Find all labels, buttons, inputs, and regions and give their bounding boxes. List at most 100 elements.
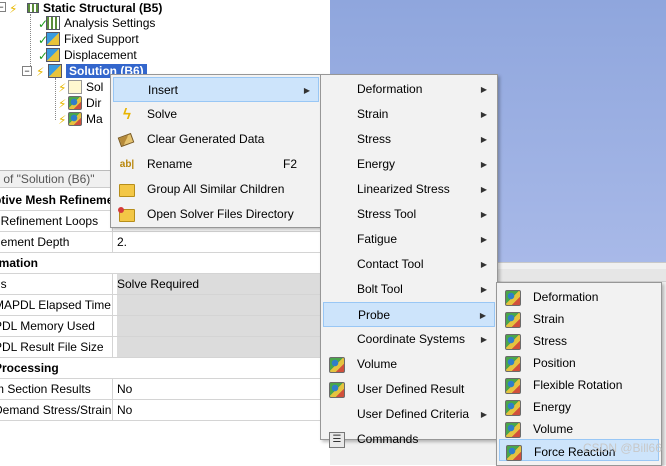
tree-node-max[interactable]: ⚡ Ma: [58, 110, 111, 127]
submenu-arrow-icon: ▶: [480, 210, 487, 219]
tree-node-directional[interactable]: ⚡ Dir: [58, 94, 109, 111]
menu-item-label: Solve: [147, 107, 178, 121]
menu-item-coordinate-systems[interactable]: Coordinate Systems ▶: [323, 327, 495, 352]
folder-open-icon: [118, 207, 135, 222]
submenu-arrow-icon: ▶: [480, 185, 487, 194]
details-row[interactable]: PDL Result File Size: [0, 337, 330, 358]
details-row[interactable]: m Section Results No: [0, 379, 330, 400]
info-icon: [68, 79, 82, 94]
property-value[interactable]: No: [117, 379, 330, 399]
rename-icon: ab|: [119, 159, 135, 170]
menu-item-solve[interactable]: ϟ Solve: [113, 102, 319, 127]
menu-item-label: Probe: [358, 308, 391, 322]
result-icon: [68, 111, 82, 126]
menu-item-label: Coordinate Systems: [357, 332, 466, 346]
submenu-arrow-icon: ▶: [480, 410, 487, 419]
menu-item-stress[interactable]: Stress ▶: [323, 127, 495, 152]
probe-icon: [505, 400, 521, 416]
section-title: rmation: [0, 256, 39, 270]
menu-item-label: Open Solver Files Directory: [147, 207, 294, 221]
tree-connector: [55, 78, 56, 120]
details-row[interactable]: Demand Stress/Strain No: [0, 400, 330, 421]
commands-icon: ☰: [329, 432, 345, 448]
menu-item-label: User Defined Result: [357, 382, 465, 396]
menu-item-label: Volume: [357, 357, 398, 371]
context-menu: Insert ▶ ϟ Solve Clear Generated Data ab…: [110, 74, 322, 228]
probe-icon: [505, 378, 521, 394]
menu-item-contact-tool[interactable]: Contact Tool ▶: [323, 252, 495, 277]
property-name: MAPDL Elapsed Time: [0, 295, 113, 315]
probe-icon: [505, 356, 521, 372]
submenu-arrow-icon: ▶: [303, 86, 310, 95]
tree-node-label: Displacement: [64, 47, 137, 62]
probe-icon: [505, 422, 521, 438]
menu-item-label: Contact Tool: [357, 257, 424, 271]
menu-item-energy[interactable]: Energy ▶: [323, 152, 495, 177]
details-row[interactable]: usSolve Required: [0, 274, 330, 295]
submenu-arrow-icon: ▶: [479, 311, 486, 320]
property-name: . Refinement Loops: [0, 211, 113, 231]
menu-item-label: Fatigue: [357, 232, 398, 246]
menu-item-label: Insert: [148, 83, 179, 97]
menu-item-bolt-tool[interactable]: Bolt Tool ▶: [323, 277, 495, 302]
eraser-icon: [117, 132, 135, 148]
details-row[interactable]: MAPDL Elapsed Time: [0, 295, 330, 316]
menu-item-stress-tool[interactable]: Stress Tool ▶: [323, 202, 495, 227]
tree-node-analysis-settings[interactable]: ✓ Analysis Settings: [38, 14, 165, 31]
property-value[interactable]: No: [117, 400, 330, 420]
property-value: [117, 337, 330, 357]
tree-node-solution-info[interactable]: ⚡ Sol: [58, 78, 111, 95]
probe-submenu: Deformation Strain Stress Position Flexible …: [496, 282, 662, 466]
menu-item-label: Rename: [147, 157, 193, 171]
menu-item-clear-generated-data[interactable]: Clear Generated Data: [113, 127, 319, 152]
menu-item-label: Bolt Tool: [357, 282, 403, 296]
menu-item-probe[interactable]: Probe ▶: [323, 302, 495, 327]
tree-node-fixed-support[interactable]: ✓ Fixed Support: [38, 30, 149, 47]
submenu-arrow-icon: ▶: [480, 160, 487, 169]
menu-item-deformation[interactable]: Deformation ▶: [323, 77, 495, 102]
tree-node-displacement[interactable]: ✓ Displacement: [38, 46, 147, 63]
menu-item-volume[interactable]: Volume: [323, 352, 495, 377]
menu-item-label: Deformation: [357, 82, 423, 96]
menu-item-open-solver-files[interactable]: Open Solver Files Directory: [113, 202, 319, 227]
probe-icon: [505, 312, 521, 328]
menu-item-label: Group All Similar Children: [147, 182, 285, 196]
property-name: PDL Result File Size: [0, 337, 113, 357]
property-name: m Section Results: [0, 379, 113, 399]
details-section-header[interactable]: Processing: [0, 358, 330, 379]
tree-node-static-structural[interactable]: ⚡ Static Structural (B5): [9, 0, 162, 16]
menu-item-insert[interactable]: Insert ▶: [113, 77, 319, 102]
collapse-icon[interactable]: −: [22, 66, 32, 76]
tree-node-label: Analysis Settings: [64, 15, 156, 30]
lightning-icon: ϟ: [123, 106, 131, 123]
menu-item-label: Stress: [357, 132, 392, 146]
menu-item-user-defined-criteria[interactable]: User Defined Criteria ▶: [323, 402, 495, 427]
submenu-arrow-icon: ▶: [480, 135, 487, 144]
menu-item-fatigue[interactable]: Fatigue ▶: [323, 227, 495, 252]
details-row[interactable]: nement Depth 2.: [0, 232, 330, 253]
tree-connector: [30, 14, 31, 70]
probe-icon: [505, 334, 521, 350]
solution-icon: [48, 63, 62, 78]
menu-item-label: Commands: [357, 432, 419, 446]
menu-item-user-defined-result[interactable]: User Defined Result: [323, 377, 495, 402]
displacement-icon: [46, 47, 60, 62]
submenu-arrow-icon: ▶: [480, 235, 487, 244]
details-title: s of "Solution (B6)": [0, 172, 95, 186]
tree-node-label: Dir: [86, 95, 102, 110]
property-name: Demand Stress/Strain: [0, 400, 113, 420]
property-value[interactable]: 2.: [117, 232, 330, 252]
collapse-icon[interactable]: −: [0, 2, 6, 12]
property-value: [117, 316, 330, 336]
submenu-arrow-icon: ▶: [480, 260, 487, 269]
menu-item-strain[interactable]: Strain ▶: [323, 102, 495, 127]
volume-icon: [329, 357, 345, 373]
folder-icon: [119, 184, 135, 197]
menu-item-commands[interactable]: ☰ Commands: [323, 427, 495, 452]
menu-item-rename[interactable]: ab| Rename F2: [113, 152, 319, 177]
menu-item-linearized-stress[interactable]: Linearized Stress ▶: [323, 177, 495, 202]
menu-item-group-similar-children[interactable]: Group All Similar Children: [113, 177, 319, 202]
details-row[interactable]: PDL Memory Used: [0, 316, 330, 337]
analysis-icon: [27, 2, 39, 13]
details-section-header[interactable]: rmation: [0, 253, 330, 274]
